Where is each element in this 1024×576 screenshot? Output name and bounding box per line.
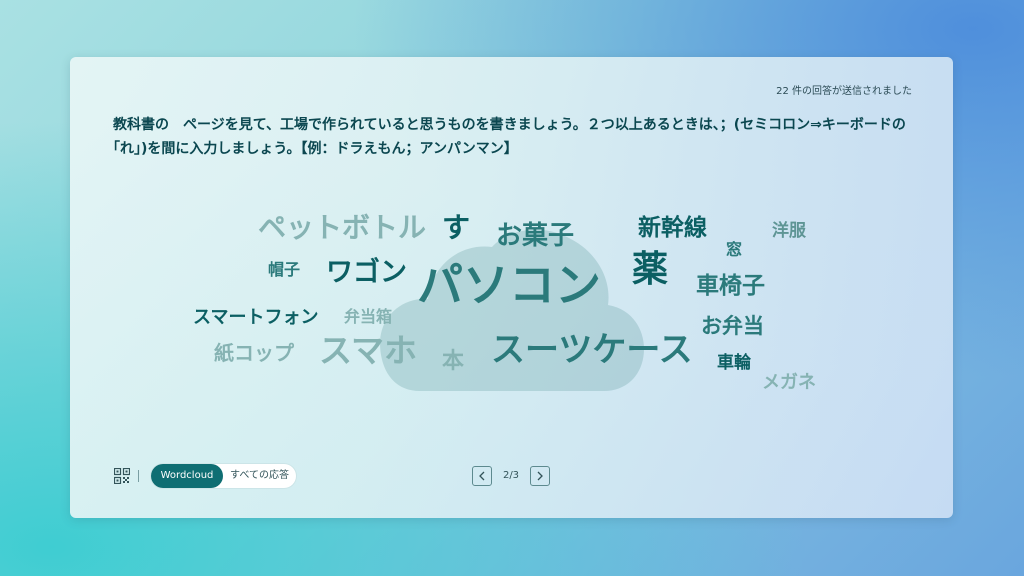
word-wagon: ワゴン [326,257,407,288]
tab-wordcloud[interactable]: Wordcloud [151,464,223,488]
chevron-left-icon [479,471,485,481]
word-bentobako: 弁当箱 [344,307,393,326]
word-boushi: 帽子 [268,260,301,279]
word-smartphone: スマートフォン [193,307,319,328]
word-kamicup: 紙コップ [214,341,294,365]
word-shinkansen: 新幹線 [638,215,707,241]
word-su: す [442,211,471,244]
word-okashi: お菓子 [496,221,575,251]
word-hon: 本 [442,349,465,374]
word-sumaho: スマホ [319,331,418,370]
word-megane: メガネ [762,372,816,393]
chevron-right-icon [537,471,543,481]
word-petbottle: ペットボトル [258,211,427,244]
footer-divider [138,470,139,482]
word-pasokon: パソコン [417,258,601,312]
word-youfuku: 洋服 [772,221,806,241]
view-toggle: Wordcloud すべての応答 [151,464,296,488]
tab-all-responses[interactable]: すべての応答 [223,464,296,488]
prev-page-button[interactable] [472,466,492,486]
pager: 2/3 [472,466,552,488]
qr-code-icon[interactable] [113,467,131,485]
footer-bar: Wordcloud すべての応答 2/3 [70,448,953,518]
word-kurumaisu: 車椅子 [696,273,765,299]
word-obentou: お弁当 [701,314,764,338]
word-suitcase: スーツケース [491,330,693,370]
next-page-button[interactable] [530,466,550,486]
word-kusuri: 薬 [632,249,669,290]
results-card: 22 件の回答が送信されました 教科書の ページを見て、工場で作られていると思う… [70,57,953,518]
page-indicator: 2/3 [502,470,520,481]
word-mado: 窓 [726,240,743,259]
word-sharin: 車輪 [717,353,751,373]
question-text: 教科書の ページを見て、工場で作られていると思うものを書きましょう。２つ以上ある… [113,117,906,157]
response-count: 22 件の回答が送信されました [776,86,912,97]
